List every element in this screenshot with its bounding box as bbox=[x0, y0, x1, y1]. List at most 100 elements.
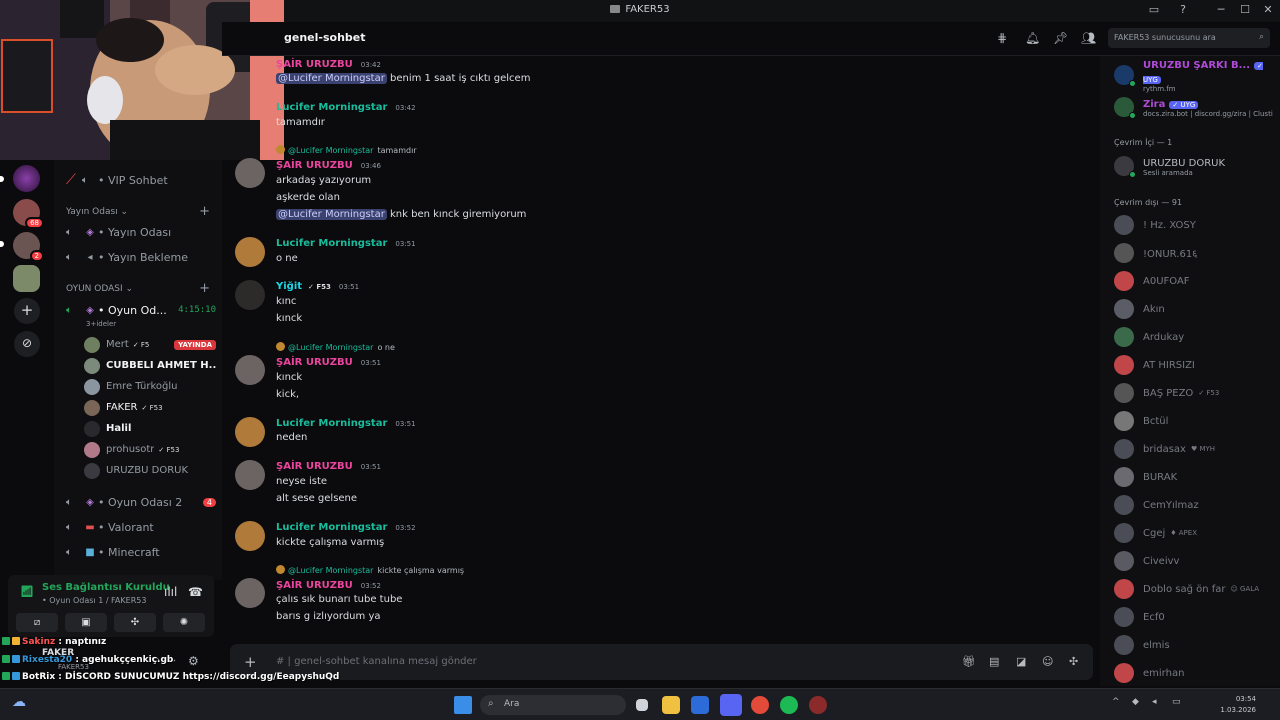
gift-icon[interactable]: 🎁︎ bbox=[962, 655, 976, 668]
member-offline[interactable]: Cgej ♦ APEX bbox=[1114, 522, 1280, 544]
mention[interactable]: @Lucifer Morningstar bbox=[276, 73, 387, 84]
camera-off-button[interactable]: ⧄ bbox=[16, 613, 58, 632]
avatar[interactable] bbox=[235, 521, 265, 551]
message-author[interactable]: ŞAİR URUZBU 03:46 bbox=[276, 160, 381, 171]
help-icon[interactable]: ? bbox=[1175, 3, 1191, 16]
system-clock[interactable]: 03:54 1.03.2026 bbox=[1220, 694, 1256, 716]
obs-icon[interactable] bbox=[809, 696, 827, 714]
category-yayin-odasi[interactable]: Yayın Odası ⌄ + bbox=[66, 205, 210, 218]
channel-vip-sohbet[interactable]: ⟋ 🔈︎ • VIP Sohbet bbox=[66, 171, 216, 189]
discover-icon[interactable]: ⊘ bbox=[14, 331, 40, 357]
channel-oyun-odasi-2[interactable]: 🔈︎ ◈ • Oyun Odası 2 4 bbox=[66, 493, 216, 511]
add-server-icon[interactable]: + bbox=[14, 298, 40, 324]
member-offline[interactable]: A0UFOAF bbox=[1114, 270, 1280, 292]
avatar[interactable] bbox=[235, 578, 265, 608]
apps-icon[interactable]: ✣ bbox=[1069, 655, 1078, 668]
channel-yayin-bekleme[interactable]: 🔈︎ ◂ • Yayın Bekleme bbox=[66, 248, 216, 266]
activities-button[interactable]: ✣ bbox=[114, 613, 156, 632]
task-view-icon[interactable] bbox=[636, 699, 648, 711]
member-offline[interactable]: Akın bbox=[1114, 298, 1280, 320]
message-author[interactable]: ŞAİR URUZBU 03:51 bbox=[276, 461, 381, 472]
message-author[interactable]: Lucifer Morningstar 03:52 bbox=[276, 522, 416, 533]
reply-preview[interactable]: @Lucifer Morningstar tamamdır bbox=[276, 145, 417, 155]
members-icon[interactable]: 👥︎ bbox=[1081, 31, 1096, 45]
gif-icon[interactable]: ▤ bbox=[989, 655, 999, 668]
maximize-button[interactable]: ☐ bbox=[1237, 3, 1253, 16]
member-offline[interactable]: AT HIRSIZI bbox=[1114, 354, 1280, 376]
voice-user[interactable]: Mert ✓ F5 YAYINDA bbox=[84, 335, 216, 354]
weather-icon[interactable]: ☁︎ bbox=[12, 694, 26, 710]
chrome-icon[interactable] bbox=[751, 696, 769, 714]
bell-icon[interactable]: 🔔︎ bbox=[1025, 31, 1040, 45]
member-offline[interactable]: bridasax ♥ MYH bbox=[1114, 438, 1280, 460]
avatar[interactable] bbox=[235, 417, 265, 447]
threads-icon[interactable]: ⋕ bbox=[997, 31, 1007, 45]
reply-preview[interactable]: @Lucifer Morningstar kickte çalışma varmı… bbox=[276, 565, 464, 575]
member-bot[interactable]: URUZBU ŞARKI B... ✓ UYG rythm.fm bbox=[1114, 60, 1280, 93]
pin-icon[interactable]: 📌︎ bbox=[1053, 31, 1068, 45]
member-offline[interactable]: BAŞ PEZO ✓ F53 bbox=[1114, 382, 1280, 404]
member-offline[interactable]: ! Hz. XOSY bbox=[1114, 214, 1280, 236]
member-offline[interactable]: Ecf0 bbox=[1114, 606, 1280, 628]
member-offline[interactable]: Bctül bbox=[1114, 410, 1280, 432]
member-online[interactable]: URUZBU DORUK Sesli aramada bbox=[1114, 155, 1280, 178]
discord-icon[interactable] bbox=[720, 694, 742, 716]
member-offline[interactable]: Civeivv bbox=[1114, 550, 1280, 572]
search-input[interactable]: FAKER53 sunucusunu ara ⌕ bbox=[1108, 28, 1270, 48]
attach-plus-icon[interactable]: + bbox=[244, 653, 257, 671]
inbox-icon[interactable]: ▭ bbox=[1146, 3, 1162, 16]
battery-icon[interactable]: ▭ bbox=[1172, 697, 1181, 707]
voice-user[interactable]: Halil bbox=[84, 419, 216, 438]
voice-user[interactable]: URUZBU DORUK bbox=[84, 461, 216, 480]
server-icon-2[interactable]: 68 bbox=[13, 199, 44, 229]
windows-start-icon[interactable] bbox=[454, 696, 472, 714]
member-bot[interactable]: Zira ✓ UYG docs.zira.bot | discord.gg/zira… bbox=[1114, 96, 1280, 119]
close-button[interactable]: ✕ bbox=[1260, 3, 1276, 16]
avatar[interactable] bbox=[235, 158, 265, 188]
add-channel-icon[interactable]: + bbox=[199, 282, 210, 295]
soundboard-button[interactable]: ✺ bbox=[163, 613, 205, 632]
voice-user[interactable]: Emre Türkoğlu bbox=[84, 377, 216, 396]
message-author[interactable]: Yiğit ✓ F53 03:51 bbox=[276, 281, 359, 292]
taskbar-search[interactable]: ⌕ Ara bbox=[480, 695, 626, 715]
channel-minecraft[interactable]: 🔈︎ ■ • Minecraft bbox=[66, 543, 216, 561]
avatar[interactable] bbox=[235, 237, 265, 267]
network-icon[interactable]: ◆ bbox=[1132, 697, 1139, 707]
message-author[interactable]: ŞAİR URUZBU 03:42 bbox=[276, 59, 381, 70]
voice-status[interactable]: Ses Bağlantısı Kuruldu bbox=[42, 582, 170, 593]
message-composer[interactable]: + # | genel-sohbet kanalına mesaj gönder… bbox=[230, 644, 1093, 680]
server-icon-3[interactable]: 2 bbox=[13, 232, 44, 262]
message-author[interactable]: ŞAİR URUZBU 03:51 bbox=[276, 357, 381, 368]
minimize-button[interactable]: ─ bbox=[1213, 3, 1229, 16]
member-offline[interactable]: elmis bbox=[1114, 634, 1280, 656]
member-offline[interactable]: Ardukay bbox=[1114, 326, 1280, 348]
tray-chevron-icon[interactable]: ^ bbox=[1112, 697, 1120, 707]
member-offline[interactable]: BURAK bbox=[1114, 466, 1280, 488]
message-author[interactable]: Lucifer Morningstar 03:51 bbox=[276, 418, 416, 429]
file-explorer-icon[interactable] bbox=[662, 696, 680, 714]
mention[interactable]: @Lucifer Morningstar bbox=[276, 209, 387, 220]
avatar[interactable] bbox=[235, 355, 265, 385]
member-offline[interactable]: Doblo sağ ön far ☺ GALA bbox=[1114, 578, 1280, 600]
avatar[interactable] bbox=[235, 460, 265, 490]
composer-placeholder[interactable]: # | genel-sohbet kanalına mesaj gönder bbox=[276, 656, 477, 667]
message-author[interactable]: Lucifer Morningstar 03:51 bbox=[276, 238, 416, 249]
message-author[interactable]: ŞAİR URUZBU 03:52 bbox=[276, 580, 381, 591]
spotify-icon[interactable] bbox=[780, 696, 798, 714]
screen-share-button[interactable]: ▣ bbox=[65, 613, 107, 632]
channel-oyun-odasi-1[interactable]: 🔈︎ ◈ • Oyun Od... 4:15:10 bbox=[66, 301, 216, 319]
channel-yayin-odasi[interactable]: 🔈︎ ◈ • Yayın Odası bbox=[66, 223, 216, 241]
member-offline[interactable]: emirhan bbox=[1114, 662, 1280, 684]
channel-valorant[interactable]: 🔈︎ ▬ • Valorant bbox=[66, 518, 216, 536]
message-author[interactable]: Lucifer Morningstar 03:42 bbox=[276, 102, 416, 113]
voice-user[interactable]: CÜBBELİ AHMET H... bbox=[84, 356, 216, 375]
volume-icon[interactable]: ◂ bbox=[1152, 697, 1157, 707]
emoji-icon[interactable]: ☺ bbox=[1042, 655, 1053, 668]
member-offline[interactable]: !ONUR.61६ bbox=[1114, 242, 1280, 264]
add-channel-icon[interactable]: + bbox=[199, 205, 210, 218]
server-icon-1[interactable] bbox=[13, 165, 40, 192]
category-oyun-odasi[interactable]: OYUN ODASI ⌄ + bbox=[66, 282, 210, 295]
voice-user[interactable]: prohusotr ✓ F53 bbox=[84, 440, 216, 459]
noise-suppression-icon[interactable]: ılıl bbox=[164, 585, 177, 599]
voice-user[interactable]: FAKER ✓ F53 bbox=[84, 398, 216, 417]
